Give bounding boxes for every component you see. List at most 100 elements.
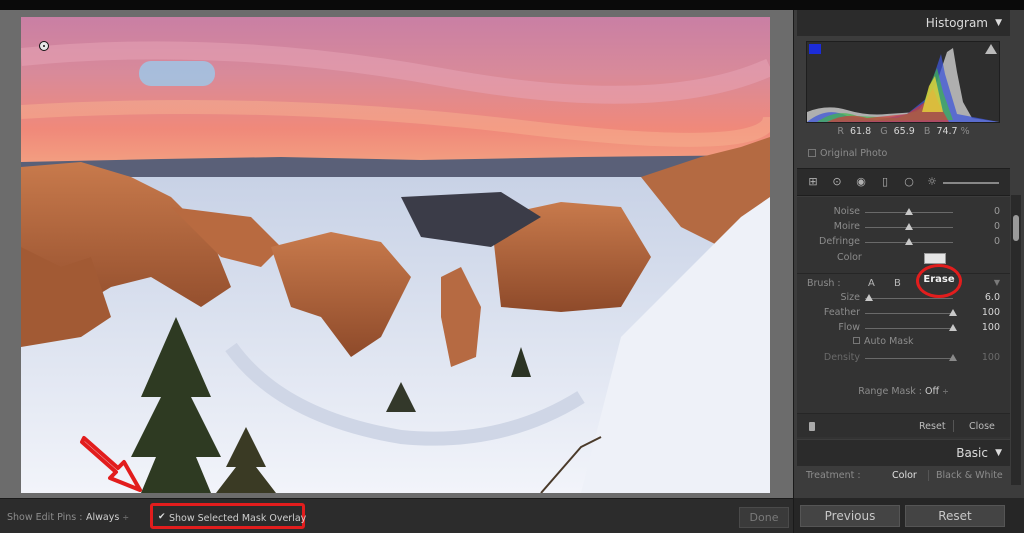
auto-mask-label: Auto Mask [864, 336, 914, 347]
divider [928, 470, 929, 481]
radial-filter-icon[interactable]: ○ [902, 175, 916, 189]
density-track[interactable] [865, 358, 953, 359]
show-mask-overlay-label: Show Selected Mask Overlay [169, 513, 307, 524]
show-edit-pins-value: Always [86, 512, 120, 523]
auto-mask-toggle[interactable]: Auto Mask [853, 336, 914, 347]
panel-scrollbar[interactable] [1011, 195, 1021, 485]
moire-knob[interactable] [905, 223, 913, 230]
collapse-triangle-icon[interactable]: ▼ [995, 448, 1002, 458]
image-canvas[interactable] [0, 10, 793, 498]
range-mask-label: Range Mask : [858, 386, 923, 397]
brush-b-tab[interactable]: B [894, 278, 901, 289]
edit-pin-icon[interactable] [39, 41, 49, 51]
rgb-readout: R 61.8 G 65.9 B 74.7 % [797, 126, 1010, 137]
color-swatch[interactable] [924, 253, 946, 264]
flow-label: Flow [838, 322, 860, 333]
density-label: Density [823, 352, 860, 363]
histogram-curve-icon [807, 44, 999, 122]
treatment-label: Treatment : [806, 470, 861, 481]
photo-preview[interactable] [21, 17, 770, 493]
range-mask-row[interactable]: Range Mask : Off ÷ [797, 386, 1010, 397]
collapse-triangle-icon[interactable]: ▼ [995, 18, 1002, 28]
histogram-title: Histogram [925, 16, 988, 30]
show-edit-pins-dropdown[interactable]: Always ÷ [86, 512, 129, 523]
updown-icon: ÷ [122, 513, 130, 522]
brush-erase-label: Erase [923, 274, 955, 285]
brush-collapse-icon[interactable]: ▼ [994, 278, 1000, 287]
color-label: Color [837, 252, 862, 263]
brush-a-tab[interactable]: A [868, 278, 875, 289]
brush-size-line[interactable] [943, 182, 999, 184]
right-panel: Histogram ▼ R 61.8 G 65.9 B 74.7 % Origi… [793, 10, 1024, 533]
size-track[interactable] [865, 298, 953, 299]
adjustment-brush-icon[interactable]: ☼ [925, 175, 939, 189]
moire-slider[interactable]: Moire 0 [797, 221, 1010, 235]
g-value: 65.9 [893, 126, 915, 137]
color-row: Color [797, 252, 1010, 266]
divider [953, 420, 954, 432]
moire-value: 0 [993, 221, 1000, 232]
feather-value: 100 [981, 307, 1000, 318]
bottom-toolbar: Show Edit Pins : Always ÷ [0, 498, 793, 533]
size-value: 6.0 [984, 292, 1000, 303]
reset-close-row: Reset Close [797, 413, 1010, 437]
size-slider[interactable]: Size 6.0 [797, 292, 1010, 306]
r-value: 61.8 [850, 126, 872, 137]
noise-slider[interactable]: Noise 0 [797, 206, 1010, 220]
spot-removal-icon[interactable]: ⊙ [830, 175, 844, 189]
red-eye-icon[interactable]: ◉ [854, 175, 868, 189]
density-value: 100 [981, 352, 1000, 363]
basic-header[interactable]: Basic ▼ [797, 440, 1010, 466]
brush-reset-button[interactable]: Reset [919, 421, 946, 432]
flow-knob[interactable] [949, 324, 957, 331]
show-edit-pins-label: Show Edit Pins : [7, 512, 83, 523]
noise-label: Noise [833, 206, 860, 217]
checkmark-icon: ✔ [158, 512, 166, 522]
treatment-color-option[interactable]: Color [892, 470, 917, 481]
flow-value: 100 [981, 322, 1000, 333]
brush-close-button[interactable]: Close [969, 421, 995, 432]
defringe-knob[interactable] [905, 238, 913, 245]
original-photo-label: Original Photo [820, 148, 888, 159]
graduated-filter-icon[interactable]: ▯ [878, 175, 892, 189]
treatment-row: Treatment : Color Black & White [797, 468, 1010, 484]
top-strip [0, 0, 1024, 10]
canyon-photo [21, 17, 770, 493]
b-label: B [923, 126, 931, 137]
feather-knob[interactable] [949, 309, 957, 316]
histogram-header[interactable]: Histogram ▼ [797, 10, 1010, 36]
feather-slider[interactable]: Feather 100 [797, 307, 1010, 321]
noise-value: 0 [993, 206, 1000, 217]
b-value: 74.7 [936, 126, 958, 137]
treatment-bw-option[interactable]: Black & White [936, 470, 1003, 481]
previous-button[interactable]: Previous [800, 505, 900, 527]
size-label: Size [840, 292, 860, 303]
defringe-slider[interactable]: Defringe 0 [797, 236, 1010, 250]
feather-track[interactable] [865, 313, 953, 314]
flow-track[interactable] [865, 328, 953, 329]
original-photo-toggle[interactable]: Original Photo [808, 148, 887, 159]
feather-label: Feather [823, 307, 860, 318]
defringe-label: Defringe [819, 236, 860, 247]
basic-title: Basic [956, 446, 988, 460]
updown-icon: ÷ [942, 387, 949, 396]
density-slider[interactable]: Density 100 [797, 352, 1010, 366]
range-mask-value: Off [925, 386, 940, 397]
original-photo-checkbox[interactable] [808, 149, 816, 157]
percent-unit: % [960, 126, 970, 137]
done-button[interactable]: Done [739, 507, 789, 528]
crop-tool-icon[interactable]: ⊞ [806, 175, 820, 189]
auto-mask-checkbox[interactable] [853, 337, 860, 344]
density-knob[interactable] [949, 354, 957, 361]
size-knob[interactable] [865, 294, 874, 301]
show-mask-overlay-checkbox[interactable]: ✔ Show Selected Mask Overlay [150, 503, 307, 529]
histogram-graph[interactable] [806, 41, 1000, 123]
moire-label: Moire [833, 221, 860, 232]
panel-switch-icon[interactable] [809, 422, 815, 431]
reset-button[interactable]: Reset [905, 505, 1005, 527]
scrollbar-thumb[interactable] [1013, 215, 1019, 241]
flow-slider[interactable]: Flow 100 [797, 322, 1010, 336]
g-label: G [880, 126, 888, 137]
noise-knob[interactable] [905, 208, 913, 215]
brush-label: Brush : [807, 278, 841, 289]
